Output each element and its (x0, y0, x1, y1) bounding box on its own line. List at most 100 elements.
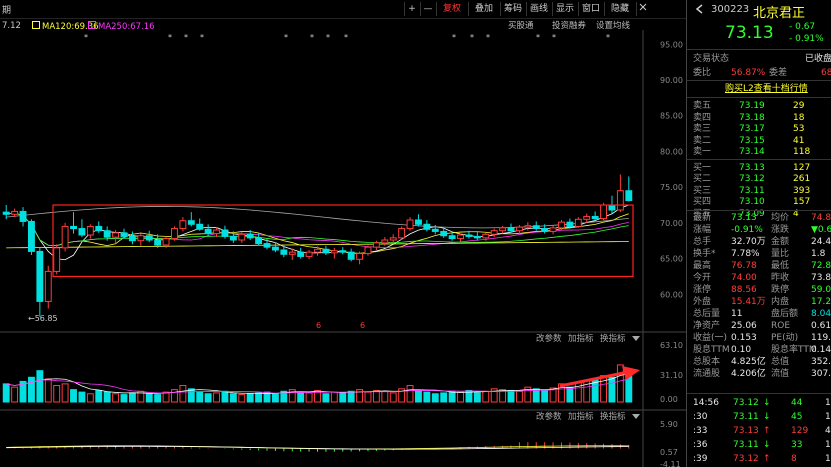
sell-order-vol: 53 (793, 124, 805, 134)
stock-name: 北京君正 (753, 6, 806, 21)
tick-row: :30 73.11 ↓ 45 1 (687, 411, 831, 423)
buy-order-price: 73.11 (739, 185, 765, 196)
indicator-panel-button[interactable]: 改参数 (536, 411, 562, 422)
candle-body (406, 219, 414, 230)
sell-order-price: 73.17 (739, 124, 765, 134)
sell-order-vol: 18 (793, 112, 805, 123)
marker-label: 6 (316, 321, 321, 330)
volume-bar (574, 381, 582, 403)
volume-bar (482, 390, 490, 403)
volume-bar (330, 391, 338, 403)
toolbar-button-5[interactable]: 画线 (526, 2, 551, 16)
signal-asterisk: * (168, 33, 172, 42)
toolbar-button-6[interactable]: 显示 (552, 2, 577, 16)
stat-label: 涨停 (693, 285, 712, 295)
candle-body (347, 251, 355, 260)
candle-body (28, 220, 35, 252)
volume-bar (145, 393, 153, 403)
volume-bar (95, 389, 103, 403)
volume-bar (600, 375, 607, 403)
ma120-line (6, 206, 629, 229)
volume-bar (541, 389, 549, 403)
candle-body (431, 228, 439, 232)
buy-order-label: 买一 (693, 162, 712, 173)
stat-label: 流值 (771, 369, 790, 379)
toolbar-button-1[interactable]: — (420, 2, 435, 16)
tick-time: :36 (693, 440, 708, 450)
diff-value: 68 (821, 68, 831, 78)
stat-row: 最新 73.13 均价 74.8 (687, 212, 831, 224)
stat-label: PE(动) (771, 333, 799, 343)
buy-order-vol: 157 (793, 197, 811, 207)
stat-value: 7.78% (731, 249, 760, 259)
signal-asterisk: * (552, 33, 556, 42)
tick-time: :39 (693, 454, 708, 464)
sell-order-vol: 29 (793, 101, 805, 111)
stat-value: 352.9 (811, 357, 831, 367)
indicator-tick-label: 0.57 (660, 448, 678, 457)
candle-body (364, 246, 372, 255)
indicator-panel-button[interactable]: 换指标 (600, 411, 626, 422)
stat-value: 0.10 (731, 345, 752, 355)
toolbar-button-2[interactable]: 复权 (436, 2, 467, 16)
candle-body (246, 233, 254, 239)
stat-row: 流通股 4.206亿 流值 307.6 (687, 368, 831, 380)
sell-order-row: 卖三 73.17 53 (687, 123, 831, 135)
volume-panel-button[interactable]: 改参数 (536, 333, 562, 344)
tick-price: 73.11 (733, 440, 759, 450)
buy-order-label: 买二 (693, 174, 712, 184)
kline-chart[interactable]: 95.0090.0085.0080.0075.0070.0065.0060.00… (0, 30, 686, 467)
buy-order-vol: 393 (793, 185, 811, 196)
volume-bar (187, 388, 195, 403)
volume-bar (204, 393, 212, 403)
stat-value: 73.8 (811, 273, 831, 283)
ratio-label: 委比 (693, 68, 712, 78)
price-tick-label: 70.00 (660, 219, 683, 228)
stat-label: 股息TTM (693, 345, 730, 355)
buy-l2-link[interactable]: 购买L2查看十档行情 (725, 83, 808, 95)
volume-panel-button[interactable]: 加指标 (568, 333, 594, 344)
stat-label: 最低 (771, 261, 790, 271)
sell-order-price: 73.14 (739, 147, 765, 157)
toolbar-button-7[interactable]: 窗口 (578, 2, 603, 16)
stat-value: 24.47 (811, 237, 831, 247)
volume-bar (616, 364, 624, 403)
stat-value: 74.8 (811, 213, 831, 223)
volume-bar (70, 389, 77, 403)
stat-label: 股息率TTM (771, 345, 817, 355)
signal-asterisk: * (284, 33, 288, 42)
tick-vol: 8 (791, 454, 797, 464)
toolbar-button-4[interactable]: 筹码 (500, 2, 525, 16)
volume-panel-button[interactable]: 换指标 (600, 333, 626, 344)
volume-bar (406, 385, 414, 403)
tick-price: 73.12 (733, 454, 759, 464)
buy-order-label: 买四 (693, 197, 712, 207)
signal-asterisk: * (200, 33, 204, 42)
back-arrow-icon[interactable] (695, 4, 703, 14)
indicator-panel-button[interactable]: 加指标 (568, 411, 594, 422)
price-tick-label: 80.00 (660, 147, 683, 156)
dea-line (6, 445, 629, 450)
toolbar-button-3[interactable]: 叠加 (468, 2, 499, 16)
candle-body (196, 223, 204, 230)
buy-order-vol: 261 (793, 174, 811, 184)
price-tick-label: 65.00 (660, 255, 683, 264)
stat-value: 32.70万 (731, 237, 766, 247)
volume-bar (2, 383, 10, 403)
candle-body (263, 243, 271, 248)
toolbar-button-8[interactable]: 隐藏 (604, 2, 635, 16)
period-label[interactable]: 期 (2, 3, 11, 16)
tick-extra: 1 (825, 412, 831, 422)
candle-body (288, 251, 296, 255)
candle-body (330, 250, 338, 254)
signal-asterisk: * (606, 33, 610, 42)
stat-row: 股息TTM 0.10 股息率TTM 0.14 (687, 344, 831, 356)
candle-body (473, 235, 481, 239)
stat-label: 跌停 (771, 285, 790, 295)
close-icon[interactable] (636, 2, 649, 16)
toolbar-button-0[interactable]: + (404, 2, 419, 16)
buy-order-label: 买三 (693, 185, 712, 196)
candle-body (19, 210, 27, 222)
candle-body (541, 228, 549, 232)
stat-row: 涨停 88.56 跌停 59.0 (687, 284, 831, 296)
